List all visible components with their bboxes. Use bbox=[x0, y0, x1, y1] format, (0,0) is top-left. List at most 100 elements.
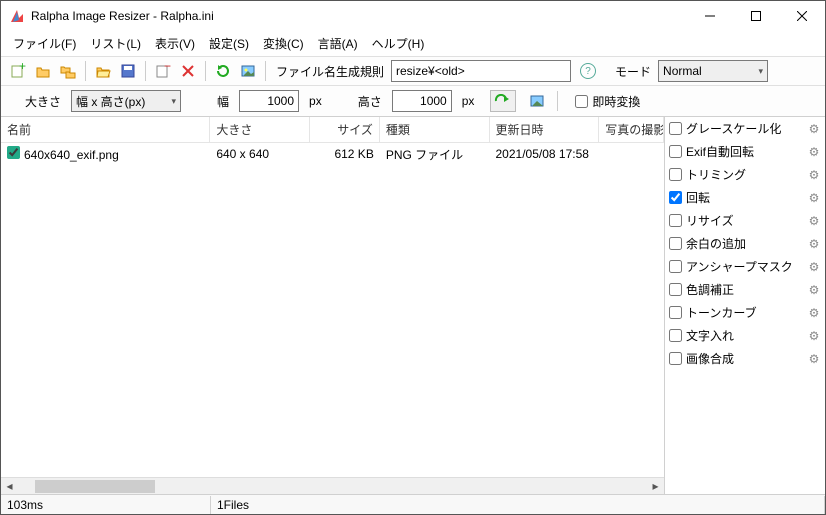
row-type: PNG ファイル bbox=[380, 144, 490, 165]
gear-icon[interactable]: ⚙ bbox=[807, 122, 821, 136]
op-text[interactable]: 文字入れ⚙ bbox=[665, 324, 825, 347]
col-photo[interactable]: 写真の撮影日 bbox=[599, 117, 664, 142]
convert-button[interactable] bbox=[490, 90, 516, 112]
col-name[interactable]: 名前 bbox=[1, 117, 210, 142]
op-label: 余白の追加 bbox=[686, 235, 807, 252]
separator bbox=[85, 61, 86, 81]
menu-list[interactable]: リスト(L) bbox=[84, 33, 147, 54]
op-color-checkbox[interactable] bbox=[669, 283, 682, 296]
maximize-button[interactable] bbox=[733, 1, 779, 31]
row-size: 640 x 640 bbox=[210, 145, 310, 163]
save-icon[interactable] bbox=[117, 60, 139, 82]
filename-rule-input[interactable] bbox=[391, 60, 571, 82]
menu-lang[interactable]: 言語(A) bbox=[312, 33, 364, 54]
height-input[interactable] bbox=[392, 90, 452, 112]
col-type[interactable]: 種類 bbox=[380, 117, 490, 142]
add-file-icon[interactable]: + bbox=[7, 60, 29, 82]
list-body[interactable]: 640x640_exif.png 640 x 640 612 KB PNG ファ… bbox=[1, 143, 664, 477]
operations-panel: グレースケール化⚙ Exif自動回転⚙ トリミング⚙ 回転⚙ リサイズ⚙ 余白の… bbox=[665, 117, 825, 494]
gear-icon[interactable]: ⚙ bbox=[807, 306, 821, 320]
filename-rule-label: ファイル名生成規則 bbox=[276, 63, 384, 80]
op-grayscale-checkbox[interactable] bbox=[669, 122, 682, 135]
menu-view[interactable]: 表示(V) bbox=[149, 33, 201, 54]
main-area: 名前 大きさ サイズ 種類 更新日時 写真の撮影日 640x640_exif.p… bbox=[1, 117, 825, 494]
col-fsize[interactable]: サイズ bbox=[310, 117, 380, 142]
op-compose[interactable]: 画像合成⚙ bbox=[665, 347, 825, 370]
scroll-thumb[interactable] bbox=[35, 480, 155, 493]
add-subfolder-icon[interactable] bbox=[57, 60, 79, 82]
window-controls bbox=[687, 1, 825, 31]
window-title: Ralpha Image Resizer - Ralpha.ini bbox=[31, 9, 687, 23]
size-toolbar: 大きさ 幅 x 高さ(px)▾ 幅 px 高さ px 即時変換 bbox=[1, 86, 825, 117]
svg-text:−: − bbox=[164, 63, 171, 73]
gear-icon[interactable]: ⚙ bbox=[807, 191, 821, 205]
op-unsharp[interactable]: アンシャープマスク⚙ bbox=[665, 255, 825, 278]
menu-file[interactable]: ファイル(F) bbox=[7, 33, 82, 54]
main-toolbar: + − ファイル名生成規則 ? モード Normal▾ bbox=[1, 57, 825, 86]
mode-value: Normal bbox=[663, 64, 702, 78]
row-fsize: 612 KB bbox=[310, 145, 380, 163]
width-unit: px bbox=[309, 94, 322, 108]
op-margin[interactable]: 余白の追加⚙ bbox=[665, 232, 825, 255]
menu-settings[interactable]: 設定(S) bbox=[203, 33, 255, 54]
menubar: ファイル(F) リスト(L) 表示(V) 設定(S) 変換(C) 言語(A) ヘ… bbox=[1, 31, 825, 57]
col-size[interactable]: 大きさ bbox=[210, 117, 310, 142]
status-files: 1Files bbox=[211, 496, 825, 514]
minimize-button[interactable] bbox=[687, 1, 733, 31]
menu-help[interactable]: ヘルプ(H) bbox=[366, 33, 431, 54]
op-tone[interactable]: トーンカーブ⚙ bbox=[665, 301, 825, 324]
separator bbox=[145, 61, 146, 81]
file-list: 名前 大きさ サイズ 種類 更新日時 写真の撮影日 640x640_exif.p… bbox=[1, 117, 665, 494]
op-trim-checkbox[interactable] bbox=[669, 168, 682, 181]
close-button[interactable] bbox=[779, 1, 825, 31]
op-rotate[interactable]: 回転⚙ bbox=[665, 186, 825, 209]
svg-text:+: + bbox=[19, 63, 26, 73]
op-color[interactable]: 色調補正⚙ bbox=[665, 278, 825, 301]
scroll-left-icon[interactable]: ◂ bbox=[1, 478, 18, 495]
row-checkbox[interactable] bbox=[7, 146, 20, 159]
info-icon[interactable]: ? bbox=[580, 63, 596, 79]
col-date[interactable]: 更新日時 bbox=[490, 117, 600, 142]
op-tone-checkbox[interactable] bbox=[669, 306, 682, 319]
height-label: 高さ bbox=[358, 93, 382, 110]
open-folder-icon[interactable] bbox=[92, 60, 114, 82]
chevron-down-icon: ▾ bbox=[759, 66, 764, 77]
op-margin-checkbox[interactable] bbox=[669, 237, 682, 250]
gear-icon[interactable]: ⚙ bbox=[807, 168, 821, 182]
op-unsharp-checkbox[interactable] bbox=[669, 260, 682, 273]
scroll-right-icon[interactable]: ▸ bbox=[647, 478, 664, 495]
table-row[interactable]: 640x640_exif.png 640 x 640 612 KB PNG ファ… bbox=[1, 143, 664, 165]
op-exif[interactable]: Exif自動回転⚙ bbox=[665, 140, 825, 163]
preview-icon[interactable] bbox=[237, 60, 259, 82]
op-resize-checkbox[interactable] bbox=[669, 214, 682, 227]
op-grayscale[interactable]: グレースケール化⚙ bbox=[665, 117, 825, 140]
menu-convert[interactable]: 変換(C) bbox=[257, 33, 310, 54]
status-time: 103ms bbox=[1, 496, 211, 514]
width-input[interactable] bbox=[239, 90, 299, 112]
run-icon[interactable] bbox=[212, 60, 234, 82]
gear-icon[interactable]: ⚙ bbox=[807, 352, 821, 366]
add-folder-icon[interactable] bbox=[32, 60, 54, 82]
op-label: アンシャープマスク bbox=[686, 258, 807, 275]
horizontal-scrollbar[interactable]: ◂ ▸ bbox=[1, 477, 664, 494]
gear-icon[interactable]: ⚙ bbox=[807, 214, 821, 228]
gear-icon[interactable]: ⚙ bbox=[807, 329, 821, 343]
op-resize[interactable]: リサイズ⚙ bbox=[665, 209, 825, 232]
gear-icon[interactable]: ⚙ bbox=[807, 237, 821, 251]
delete-icon[interactable] bbox=[177, 60, 199, 82]
gear-icon[interactable]: ⚙ bbox=[807, 283, 821, 297]
op-text-checkbox[interactable] bbox=[669, 329, 682, 342]
op-rotate-checkbox[interactable] bbox=[669, 191, 682, 204]
instant-convert-checkbox[interactable] bbox=[575, 95, 588, 108]
size-mode-select[interactable]: 幅 x 高さ(px)▾ bbox=[71, 90, 181, 112]
preview-small-icon[interactable] bbox=[526, 90, 548, 112]
op-trim[interactable]: トリミング⚙ bbox=[665, 163, 825, 186]
gear-icon[interactable]: ⚙ bbox=[807, 260, 821, 274]
op-compose-checkbox[interactable] bbox=[669, 352, 682, 365]
op-exif-checkbox[interactable] bbox=[669, 145, 682, 158]
size-mode-value: 幅 x 高さ(px) bbox=[76, 93, 145, 110]
remove-file-icon[interactable]: − bbox=[152, 60, 174, 82]
mode-select[interactable]: Normal ▾ bbox=[658, 60, 768, 82]
instant-convert-option[interactable]: 即時変換 bbox=[575, 93, 640, 110]
gear-icon[interactable]: ⚙ bbox=[807, 145, 821, 159]
